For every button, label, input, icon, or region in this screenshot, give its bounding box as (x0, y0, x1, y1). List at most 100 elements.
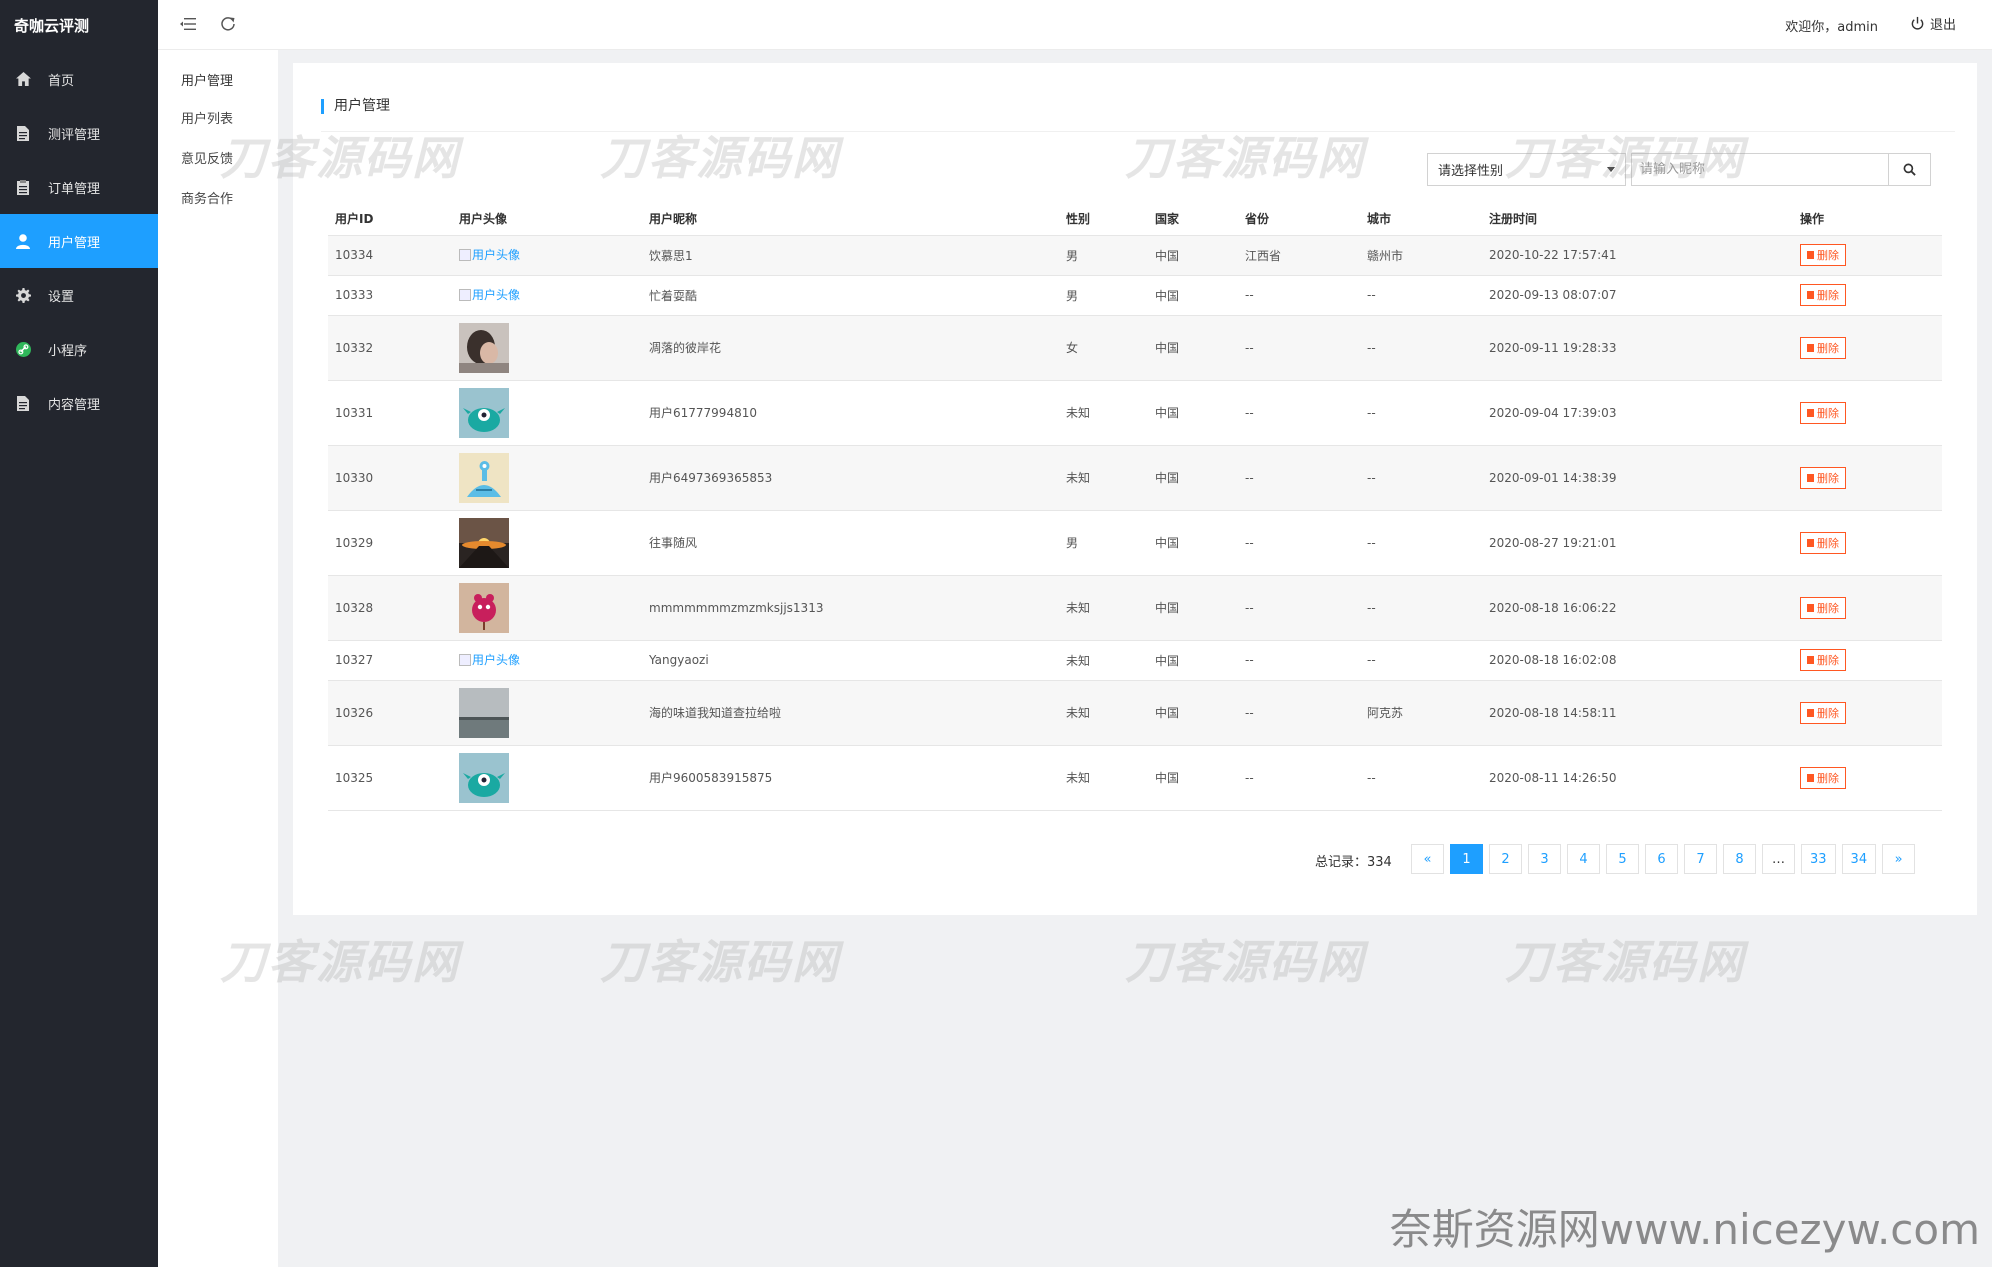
user-id-cell: 10333 (328, 275, 452, 316)
document-icon (14, 124, 32, 142)
table-row: 10331 用户61777994810 未知 中国 -- -- 2020-09-04 17:… (328, 380, 1942, 446)
actions-cell: 删除 (1793, 275, 1942, 316)
sidebar-item-3[interactable]: 用户管理 (0, 214, 158, 268)
col-province: 省份 (1238, 202, 1360, 236)
delete-button[interactable]: 删除 (1800, 531, 1846, 554)
menu-toggle-icon[interactable] (178, 14, 198, 34)
page-button-1[interactable]: 1 (1450, 844, 1483, 874)
province-cell: -- (1238, 445, 1360, 511)
province-cell: -- (1238, 640, 1360, 681)
city-cell: -- (1360, 315, 1482, 381)
sidebar-item-4[interactable]: 设置 (0, 268, 158, 322)
submenu-item-feedback[interactable]: 意见反馈 (181, 148, 233, 167)
search-button[interactable] (1889, 153, 1931, 186)
delete-button[interactable]: 删除 (1800, 401, 1846, 424)
avatar-alt-text: 用户头像 (472, 653, 521, 668)
refresh-icon[interactable] (218, 14, 238, 34)
actions-cell: 删除 (1793, 510, 1942, 576)
actions-cell: 删除 (1793, 575, 1942, 641)
sidebar-item-6[interactable]: 内容管理 (0, 376, 158, 430)
delete-button[interactable]: 删除 (1800, 701, 1846, 724)
submenu-item-business[interactable]: 商务合作 (181, 188, 233, 207)
gender-select[interactable]: 请选择性别 (1427, 153, 1626, 186)
actions-cell: 删除 (1793, 380, 1942, 446)
search-icon (1903, 163, 1916, 176)
page-button-5[interactable]: 5 (1606, 844, 1639, 874)
page-button-3[interactable]: 3 (1528, 844, 1561, 874)
gender-cell: 未知 (1059, 680, 1148, 746)
province-cell: -- (1238, 315, 1360, 381)
avatar (459, 582, 642, 633)
city-cell: -- (1360, 275, 1482, 316)
user-icon (14, 232, 32, 250)
register-time-cell: 2020-08-18 16:06:22 (1482, 575, 1793, 641)
sidebar-item-label: 订单管理 (48, 181, 101, 197)
user-id-cell: 10331 (328, 380, 452, 446)
delete-label: 删除 (1817, 341, 1839, 355)
trash-icon (1807, 343, 1814, 352)
avatar (459, 517, 642, 568)
gender-cell: 女 (1059, 315, 1148, 381)
delete-label: 删除 (1817, 654, 1839, 667)
link-icon (14, 340, 32, 358)
next-page-button[interactable]: » (1882, 844, 1916, 874)
delete-label: 删除 (1817, 536, 1839, 550)
sidebar: 奇咖云评测 首页测评管理订单管理用户管理设置 小程序 内容管理 (0, 0, 158, 1267)
prev-page-button[interactable]: « (1411, 844, 1444, 874)
sidebar-item-0[interactable]: 首页 (0, 52, 158, 106)
page-button-7[interactable]: 7 (1684, 844, 1717, 874)
delete-button[interactable]: 删除 (1800, 466, 1846, 489)
nickname-cell: mmmmmmmzmzmksjjs1313 (642, 575, 1059, 641)
gender-cell: 未知 (1059, 640, 1148, 681)
delete-button[interactable]: 删除 (1800, 596, 1846, 619)
avatar-cell: 用户头像 (452, 275, 642, 316)
page-button-6[interactable]: 6 (1645, 844, 1678, 874)
avatar-cell: 用户头像 (452, 640, 642, 681)
nickname-cell: 用户9600583915875 (642, 745, 1059, 811)
user-id-cell: 10327 (328, 640, 452, 681)
logout-button[interactable]: 退出 (1910, 14, 1956, 33)
page-button-34[interactable]: 34 (1841, 844, 1877, 874)
nickname-search-input[interactable] (1631, 153, 1889, 186)
register-time-cell: 2020-08-27 19:21:01 (1482, 510, 1793, 576)
page-button-8[interactable]: 8 (1723, 844, 1756, 874)
watermark: 刀客源码网 (1505, 935, 1745, 989)
delete-label: 删除 (1817, 289, 1839, 302)
page-title: 用户管理 (321, 99, 390, 114)
delete-button[interactable]: 删除 (1800, 649, 1846, 671)
trash-icon (1807, 291, 1814, 299)
city-cell: -- (1360, 745, 1482, 811)
actions-cell: 删除 (1793, 680, 1942, 746)
sidebar-item-2[interactable]: 订单管理 (0, 160, 158, 214)
pagination: «1 2 3 4 5 6 7 8… 33 34» (1411, 844, 1921, 874)
brand-logo: 奇咖云评测 (14, 17, 90, 35)
actions-cell: 删除 (1793, 445, 1942, 511)
actions-cell: 删除 (1793, 745, 1942, 811)
watermark: 刀客源码网 (600, 935, 840, 989)
sidebar-item-label: 首页 (48, 73, 75, 89)
delete-button[interactable]: 删除 (1800, 336, 1846, 359)
delete-button[interactable]: 删除 (1800, 766, 1846, 789)
submenu-item-user-list[interactable]: 用户列表 (181, 108, 233, 127)
avatar (459, 687, 642, 738)
delete-label: 删除 (1817, 601, 1839, 615)
avatar (459, 752, 642, 803)
page-button-2[interactable]: 2 (1489, 844, 1522, 874)
city-cell: -- (1360, 575, 1482, 641)
trash-icon (1807, 656, 1814, 664)
sidebar-item-label: 用户管理 (48, 235, 101, 251)
page-button-33[interactable]: 33 (1801, 844, 1836, 874)
sidebar-item-5[interactable]: 小程序 (0, 322, 158, 376)
col-register-time: 注册时间 (1482, 202, 1793, 236)
delete-button[interactable]: 删除 (1800, 284, 1846, 306)
sidebar-item-1[interactable]: 测评管理 (0, 106, 158, 160)
page-button-4[interactable]: 4 (1567, 844, 1600, 874)
country-cell: 中国 (1148, 640, 1238, 681)
delete-button[interactable]: 删除 (1800, 244, 1846, 266)
country-cell: 中国 (1148, 275, 1238, 316)
register-time-cell: 2020-09-13 08:07:07 (1482, 275, 1793, 316)
col-user-id: 用户ID (328, 202, 452, 236)
province-cell: -- (1238, 745, 1360, 811)
avatar-cell (452, 680, 642, 746)
register-time-cell: 2020-09-04 17:39:03 (1482, 380, 1793, 446)
